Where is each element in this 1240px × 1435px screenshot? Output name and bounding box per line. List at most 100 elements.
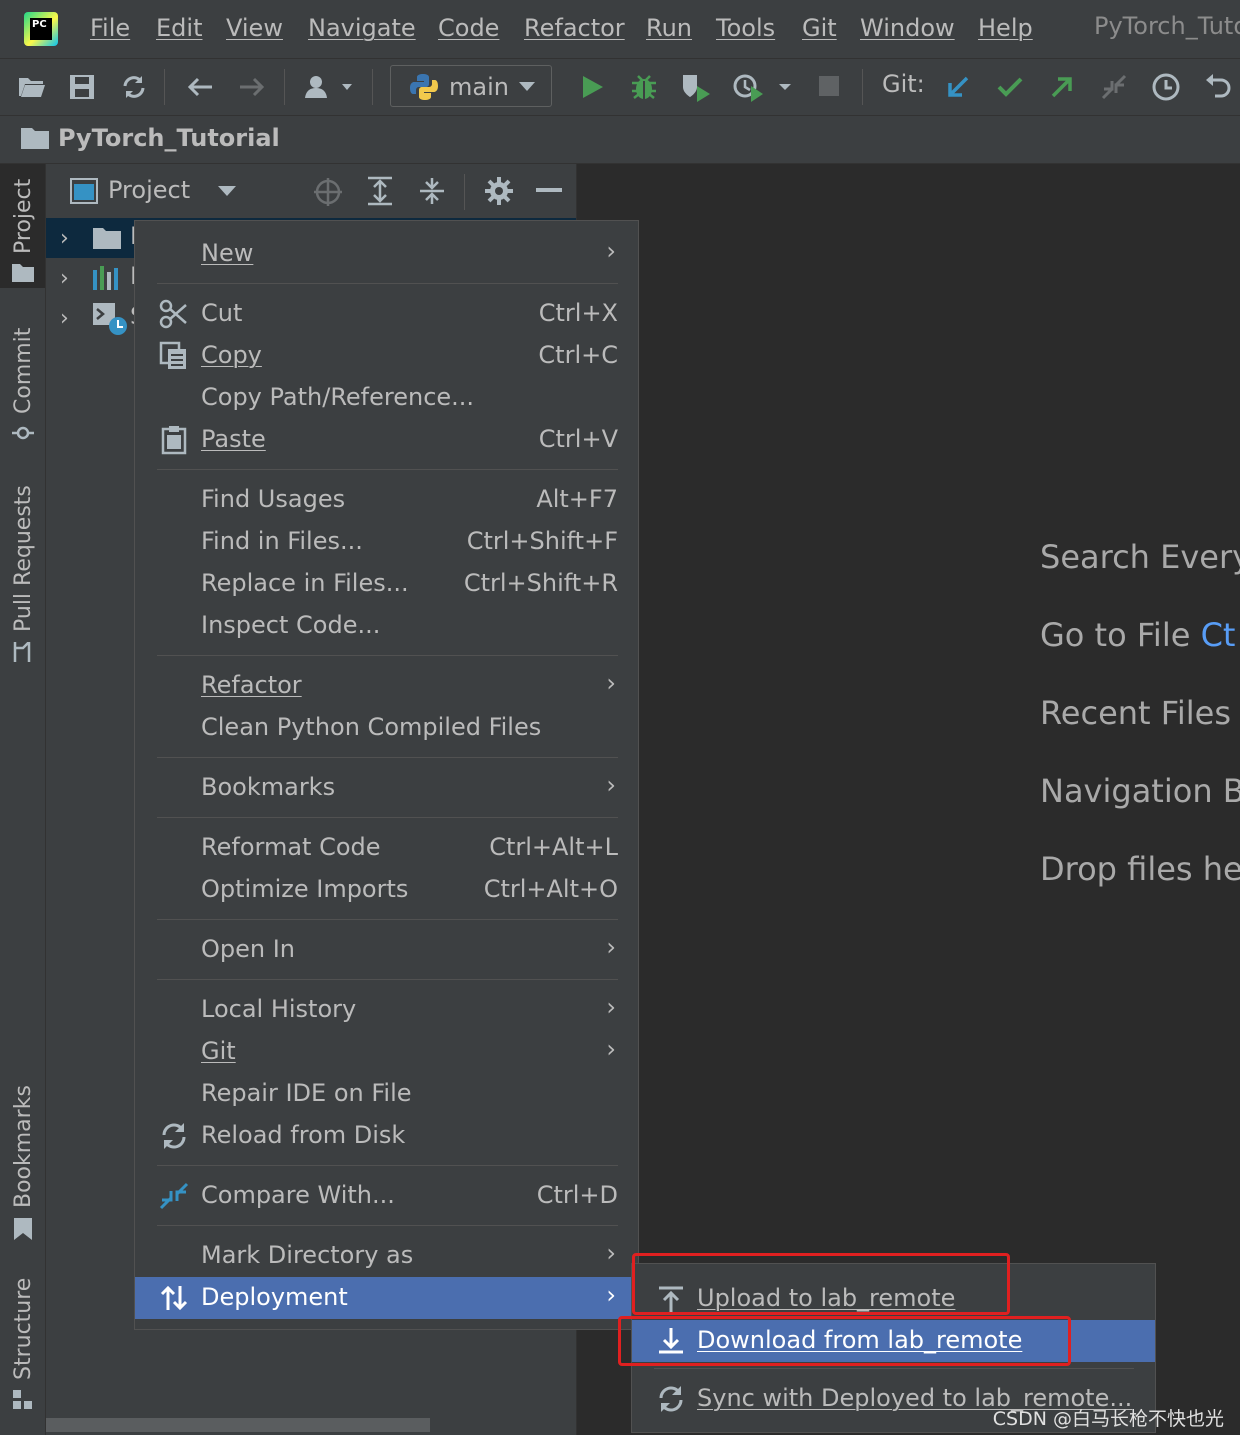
menu-item-reload-from-disk[interactable]: Reload from Disk (135, 1115, 638, 1157)
menu-item-bookmarks[interactable]: Bookmarks › (135, 767, 638, 809)
run-icon[interactable] (574, 69, 610, 105)
menu-code[interactable]: Code (438, 14, 499, 42)
forward-arrow-icon[interactable] (234, 69, 270, 105)
stripe-tab-structure[interactable]: Structure (11, 1278, 36, 1380)
user-dropdown-icon[interactable] (300, 69, 356, 105)
collapse-all-icon[interactable] (418, 176, 446, 206)
menu-item-optimize-imports[interactable]: Optimize Imports Ctrl+Alt+O (135, 869, 638, 911)
hint-navigation-bar: Navigation Ba (1040, 772, 1240, 810)
tool-window-stripe: Project Commit Pull Requests Bookmarks S… (0, 164, 46, 1435)
hint-go-to-file: Go to File Ct (1040, 616, 1236, 654)
annotation-box-download (618, 1316, 1071, 1366)
menu-item-inspect-code[interactable]: Inspect Code... (135, 605, 638, 647)
chevron-right-icon[interactable]: › (60, 266, 69, 291)
menu-item-deployment[interactable]: Deployment › (135, 1277, 638, 1319)
menu-tools[interactable]: Tools (716, 14, 775, 42)
chevron-right-icon: › (606, 1281, 616, 1309)
sync-icon[interactable] (116, 69, 152, 105)
rollback-icon[interactable] (1200, 69, 1236, 105)
chevron-right-icon: › (606, 237, 616, 265)
stripe-tab-bookmarks[interactable]: Bookmarks (11, 1085, 36, 1208)
menu-refactor[interactable]: Refactor (524, 14, 625, 42)
menu-item-reformat-code[interactable]: Reformat Code Ctrl+Alt+L (135, 827, 638, 869)
window-title: PyTorch_Tuto (1094, 12, 1240, 40)
deployment-arrows-icon (160, 1285, 188, 1311)
stripe-tab-project[interactable]: Project (11, 179, 36, 254)
menu-item-paste[interactable]: Paste Ctrl+V (135, 419, 638, 461)
pycharm-logo-icon: PC (24, 12, 58, 46)
chevron-right-icon: › (606, 669, 616, 697)
watermark: CSDN @白马长枪不快也光 (992, 1408, 1224, 1430)
folder-icon (21, 128, 49, 149)
bookmark-icon (14, 1218, 32, 1240)
chevron-right-icon: › (606, 933, 616, 961)
menu-item-repair-ide[interactable]: Repair IDE on File (135, 1073, 638, 1115)
scratches-icon (93, 303, 127, 335)
menu-item-cut[interactable]: Cut Ctrl+X (135, 293, 638, 335)
project-folder-icon (12, 264, 34, 282)
menu-item-git[interactable]: Git › (135, 1031, 638, 1073)
git-update-icon[interactable] (940, 69, 976, 105)
back-arrow-icon[interactable] (182, 69, 218, 105)
breadcrumb-project[interactable]: PyTorch_Tutorial (58, 124, 280, 152)
chevron-down-icon[interactable] (218, 186, 236, 198)
project-panel-title[interactable]: Project (108, 176, 190, 204)
save-icon[interactable] (64, 69, 100, 105)
menu-navigate[interactable]: Navigate (308, 14, 416, 42)
project-view-icon (70, 178, 98, 204)
menu-item-find-in-files[interactable]: Find in Files... Ctrl+Shift+F (135, 521, 638, 563)
menu-item-refactor[interactable]: Refactor › (135, 665, 638, 707)
menu-git[interactable]: Git (802, 14, 837, 42)
menu-item-open-in[interactable]: Open In › (135, 929, 638, 971)
scissors-icon (159, 299, 187, 329)
structure-icon (13, 1390, 32, 1409)
chevron-right-icon: › (606, 993, 616, 1021)
menu-item-mark-directory[interactable]: Mark Directory as › (135, 1235, 638, 1277)
chevron-right-icon[interactable]: › (60, 306, 69, 331)
menu-run[interactable]: Run (646, 14, 692, 42)
chevron-right-icon: › (606, 771, 616, 799)
reload-icon (162, 1123, 186, 1149)
stripe-tab-pull-requests[interactable]: Pull Requests (11, 485, 36, 632)
project-context-menu: New › Cut Ctrl+X Copy Ctrl+C Copy Path/R… (134, 220, 639, 1330)
menu-item-compare-with[interactable]: Compare With... Ctrl+D (135, 1175, 638, 1217)
menu-edit[interactable]: Edit (156, 14, 202, 42)
hide-minus-icon[interactable] (536, 188, 562, 194)
chevron-right-icon: › (606, 1239, 616, 1267)
open-folder-icon[interactable] (14, 69, 50, 105)
horizontal-scrollbar[interactable] (46, 1418, 430, 1432)
menu-window[interactable]: Window (860, 14, 955, 42)
menu-view[interactable]: View (226, 14, 283, 42)
menu-file[interactable]: File (90, 14, 130, 42)
history-clock-icon[interactable] (1148, 69, 1184, 105)
profile-dropdown-icon[interactable] (730, 69, 794, 105)
menu-item-replace-in-files[interactable]: Replace in Files... Ctrl+Shift+R (135, 563, 638, 605)
git-commit-check-icon[interactable] (992, 69, 1028, 105)
menu-item-find-usages[interactable]: Find Usages Alt+F7 (135, 479, 638, 521)
locate-target-icon[interactable] (314, 178, 342, 206)
menu-item-copy-path[interactable]: Copy Path/Reference... (135, 377, 638, 419)
expand-all-icon[interactable] (366, 176, 394, 206)
menu-item-new[interactable]: New › (135, 233, 638, 275)
menu-item-copy[interactable]: Copy Ctrl+C (135, 335, 638, 377)
run-with-coverage-icon[interactable] (678, 69, 714, 105)
menu-item-local-history[interactable]: Local History › (135, 989, 638, 1031)
menu-item-clean-python[interactable]: Clean Python Compiled Files (135, 707, 638, 749)
branch-selector[interactable]: main (390, 65, 552, 107)
debug-bug-icon[interactable] (626, 69, 662, 105)
hint-drop-files: Drop files her (1040, 850, 1240, 888)
git-compare-icon[interactable] (1096, 69, 1132, 105)
git-push-icon[interactable] (1044, 69, 1080, 105)
chevron-right-icon[interactable]: › (60, 226, 69, 251)
sync-icon (659, 1386, 683, 1412)
copy-icon (159, 341, 186, 369)
pull-request-icon (13, 642, 31, 662)
stop-icon[interactable] (812, 69, 848, 105)
menu-help[interactable]: Help (978, 14, 1033, 42)
navigation-bar: PyTorch_Tutorial (0, 116, 1240, 164)
gear-icon[interactable] (484, 176, 514, 206)
folder-icon (93, 228, 121, 249)
chevron-down-icon (519, 82, 535, 91)
clipboard-paste-icon (161, 426, 187, 455)
stripe-tab-commit[interactable]: Commit (11, 328, 36, 414)
